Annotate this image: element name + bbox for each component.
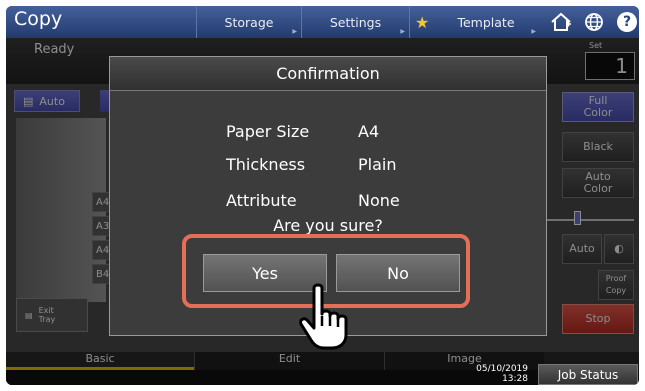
tab-settings-label: Settings <box>329 14 382 30</box>
job-status-button[interactable]: Job Status <box>538 364 638 385</box>
info-value: A4 <box>358 122 380 141</box>
tab-storage[interactable]: Storage ▶ <box>196 6 301 38</box>
dialog-title: Confirmation <box>110 57 546 91</box>
info-label: Thickness <box>226 155 306 174</box>
info-label: Attribute <box>226 191 297 210</box>
tab-template-label: Template <box>457 14 515 30</box>
tab-storage-label: Storage <box>224 14 274 30</box>
info-value: Plain <box>358 155 397 174</box>
tab-settings[interactable]: Settings ▶ <box>301 6 409 38</box>
star-icon: ★ <box>415 13 430 32</box>
pointing-hand-icon <box>299 283 348 350</box>
caret-icon: ▶ <box>292 28 297 35</box>
top-bar: Copy Storage ▶ Settings ▶ Template ▶ ★ ? <box>6 6 639 38</box>
info-row-thickness: Thickness Plain <box>226 155 486 179</box>
date-text: 05/10/2019 <box>476 364 528 374</box>
info-label: Paper Size <box>226 122 310 141</box>
caret-icon: ▶ <box>400 28 405 35</box>
datetime: 05/10/2019 13:28 <box>458 364 528 384</box>
app-title: Copy <box>14 8 63 30</box>
caret-icon: ▶ <box>531 28 536 35</box>
help-icon[interactable]: ? <box>614 10 639 34</box>
confirm-question: Are you sure? <box>273 216 383 235</box>
home-icon[interactable] <box>548 10 574 34</box>
info-value: None <box>358 191 400 210</box>
help-glyph: ? <box>617 12 637 32</box>
job-status-label: Job Status <box>557 367 619 382</box>
globe-icon[interactable] <box>581 10 607 34</box>
time-text: 13:28 <box>502 374 528 384</box>
info-row-attribute: Attribute None <box>226 191 486 215</box>
info-row-paper-size: Paper Size A4 <box>226 122 486 146</box>
